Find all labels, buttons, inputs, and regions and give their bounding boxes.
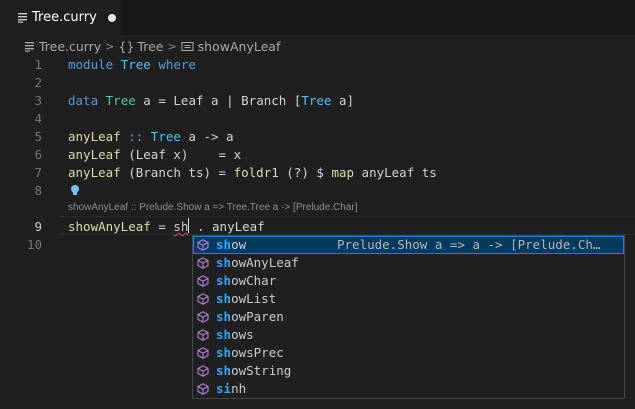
chevron-right-icon: > — [167, 39, 177, 53]
code-line[interactable]: 1 module Tree where — [0, 56, 635, 74]
code-text: anyLeaf (Branch ts) = foldr1 (?) $ map a… — [68, 165, 437, 180]
suggestion-detail: Prelude.Show a => a -> [Prelude.Ch… — [337, 237, 601, 252]
suggestion-item[interactable]: showString — [193, 362, 624, 380]
suggestion-widget[interactable]: show Prelude.Show a => a -> [Prelude.Ch… s… — [192, 235, 625, 399]
code-line[interactable]: 5 anyLeaf :: Tree a -> a — [0, 128, 635, 146]
file-lines-icon — [25, 41, 34, 52]
line-number: 10 — [26, 237, 42, 252]
line-number: 9 — [34, 219, 42, 234]
method-cube-icon — [197, 275, 209, 287]
line-number: 1 — [34, 57, 42, 72]
code-line[interactable]: 4 — [0, 110, 635, 128]
suggestion-label: show — [216, 237, 247, 252]
code-text: data Tree a = Leaf a | Branch [Tree a] — [68, 93, 355, 108]
code-line[interactable]: 9 showAnyLeaf = sh . anyLeaf — [0, 218, 635, 236]
method-cube-icon — [197, 383, 209, 395]
suggestion-label: showString — [216, 363, 292, 378]
suggestion-label: showsPrec — [216, 345, 284, 360]
code-line[interactable]: 7 anyLeaf (Branch ts) = foldr1 (?) $ map … — [0, 164, 635, 182]
suggestion-item[interactable]: showList — [193, 290, 624, 308]
suggestion-item[interactable]: sinh — [193, 380, 624, 398]
unsaved-dot-icon[interactable] — [107, 13, 116, 22]
tab-label: Tree.curry — [32, 10, 97, 25]
tab-bar: Tree.curry — [0, 0, 635, 35]
breadcrumb-file[interactable]: Tree.curry — [39, 39, 101, 54]
method-cube-icon — [197, 311, 209, 323]
suggestion-label: showChar — [216, 273, 277, 288]
code-line[interactable]: 3 data Tree a = Leaf a | Branch [Tree a] — [0, 92, 635, 110]
method-cube-icon — [197, 239, 209, 251]
line-number: 3 — [34, 93, 42, 108]
line-number: 5 — [34, 129, 42, 144]
typed-prefix: sh — [173, 219, 189, 234]
code-text: module Tree where — [68, 57, 196, 72]
code-line[interactable]: 6 anyLeaf (Leaf x) = x — [0, 146, 635, 164]
line-number: 2 — [34, 75, 42, 90]
method-cube-icon — [197, 329, 209, 341]
breadcrumb-symbol[interactable]: showAnyLeaf — [198, 39, 281, 54]
breadcrumb: Tree.curry > {} Tree > showAnyLeaf — [0, 35, 635, 57]
lightbulb-icon[interactable] — [69, 184, 81, 196]
tab-tree-curry[interactable]: Tree.curry — [0, 0, 121, 35]
file-lines-icon — [18, 13, 27, 23]
suggestion-item[interactable]: show Prelude.Show a => a -> [Prelude.Ch… — [193, 236, 624, 254]
suggestion-item[interactable]: shows — [193, 326, 624, 344]
suggestion-label: showList — [216, 291, 277, 306]
code-line[interactable]: 2 — [0, 74, 635, 92]
code-line[interactable]: 8 — [0, 182, 635, 200]
method-cube-icon — [197, 257, 209, 269]
suggestion-label: shows — [216, 327, 254, 342]
inlay-type-hint: showAnyLeaf :: Prelude.Show a => Tree.Tr… — [68, 202, 358, 213]
suggestion-label: showAnyLeaf — [216, 255, 299, 270]
line-number: 4 — [34, 111, 42, 126]
line-number: 7 — [34, 165, 42, 180]
code-text: showAnyLeaf = sh . anyLeaf — [68, 218, 265, 234]
suggestion-label: sinh — [216, 381, 247, 396]
chevron-right-icon: > — [105, 39, 115, 53]
method-cube-icon — [197, 293, 209, 305]
line-number: 8 — [34, 183, 42, 198]
method-cube-icon — [197, 365, 209, 377]
suggestion-item[interactable]: showParen — [193, 308, 624, 326]
breadcrumb-module[interactable]: Tree — [137, 39, 163, 54]
suggestion-item[interactable]: showChar — [193, 272, 624, 290]
suggestion-item[interactable]: showsPrec — [193, 344, 624, 362]
suggestion-item[interactable]: showAnyLeaf — [193, 254, 624, 272]
braces-icon: {} — [118, 38, 135, 54]
symbol-variable-icon — [181, 41, 194, 51]
code-text: anyLeaf :: Tree a -> a — [68, 129, 234, 144]
method-cube-icon — [197, 347, 209, 359]
suggestion-label: showParen — [216, 309, 284, 324]
code-text: anyLeaf (Leaf x) = x — [68, 147, 242, 162]
line-number: 6 — [34, 147, 42, 162]
